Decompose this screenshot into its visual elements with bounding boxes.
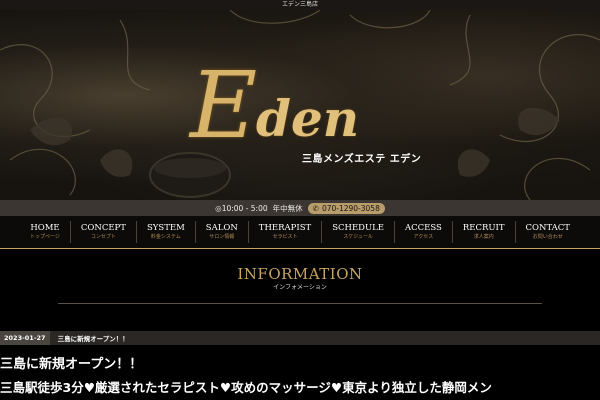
site-title: エデン三島店: [281, 1, 318, 8]
nav-label: THERAPIST: [258, 223, 312, 233]
nav-label: HOME: [30, 223, 60, 233]
nav-item-therapist[interactable]: THERAPIST セラピスト: [249, 221, 323, 243]
nav-item-home[interactable]: HOME トップページ: [20, 221, 71, 243]
nav-item-access[interactable]: ACCESS アクセス: [395, 221, 453, 243]
nav-label: RECRUIT: [462, 223, 505, 233]
nav-label: ACCESS: [404, 223, 442, 233]
news-title: 三島に新規オープン！！: [57, 335, 129, 343]
nav-sublabel: サロン情報: [209, 234, 235, 240]
hero-banner: E den 三島メンズエステ エデン: [0, 10, 600, 200]
nav-item-concept[interactable]: CONCEPT コンセプト: [71, 221, 137, 243]
eden-logo[interactable]: E den 三島メンズエステ エデン: [190, 52, 422, 170]
nav-sublabel: コンセプト: [90, 234, 116, 240]
nav-sublabel: 料金システム: [150, 234, 181, 240]
phone-number: 070-1290-3058: [321, 203, 380, 213]
global-navigation: HOME トップページ CONCEPT コンセプト SYSTEM 料金システム …: [0, 216, 600, 249]
nav-sublabel: お問い合わせ: [532, 234, 563, 240]
nav-sublabel: セラピスト: [272, 234, 298, 240]
phone-icon: ✆: [312, 203, 319, 213]
nav-sublabel: トップページ: [30, 234, 60, 240]
nav-label: CONCEPT: [80, 223, 126, 233]
news-date: 2023-01-27: [0, 331, 50, 345]
phone-button[interactable]: ✆ 070-1290-3058: [307, 202, 385, 214]
news-headline: 三島に新規オープン！！: [0, 357, 143, 372]
section-title: INFORMATION: [237, 265, 363, 283]
nav-label: SYSTEM: [146, 223, 185, 233]
info-bar: ◎10:00 - 5:00 年中無休 ✆ 070-1290-3058: [0, 200, 600, 216]
top-bar: エデン三島店: [0, 0, 600, 10]
section-subtitle: インフォメーション: [273, 284, 327, 291]
nav-item-salon[interactable]: SALON サロン情報: [196, 221, 249, 243]
nav-label: SCHEDULE: [332, 223, 384, 233]
section-divider: [58, 303, 542, 304]
nav-label: CONTACT: [525, 223, 570, 233]
nav-item-recruit[interactable]: RECRUIT 求人案内: [453, 221, 516, 243]
information-section: INFORMATION インフォメーション: [0, 249, 600, 331]
holiday-info: 年中無休: [272, 203, 303, 213]
nav-item-system[interactable]: SYSTEM 料金システム: [137, 221, 196, 243]
nav-label: SALON: [205, 223, 238, 233]
nav-item-schedule[interactable]: SCHEDULE スケジュール: [322, 221, 395, 243]
logo-subtitle: 三島メンズエステ エデン: [302, 154, 422, 165]
news-body: 三島駅徒歩3分♥厳選されたセラピスト♥攻めのマッサージ♥東京より独立した静岡メン: [0, 380, 492, 395]
logo-initial: E: [190, 52, 258, 159]
nav-sublabel: アクセス: [413, 234, 434, 240]
logo-wordmark: den: [256, 89, 360, 148]
news-item[interactable]: 2023-01-27 三島に新規オープン！！: [0, 331, 600, 345]
business-hours: ◎10:00 - 5:00: [215, 203, 268, 213]
nav-sublabel: 求人案内: [473, 234, 494, 240]
nav-item-contact[interactable]: CONTACT お問い合わせ: [516, 221, 580, 243]
nav-sublabel: スケジュール: [343, 234, 373, 240]
